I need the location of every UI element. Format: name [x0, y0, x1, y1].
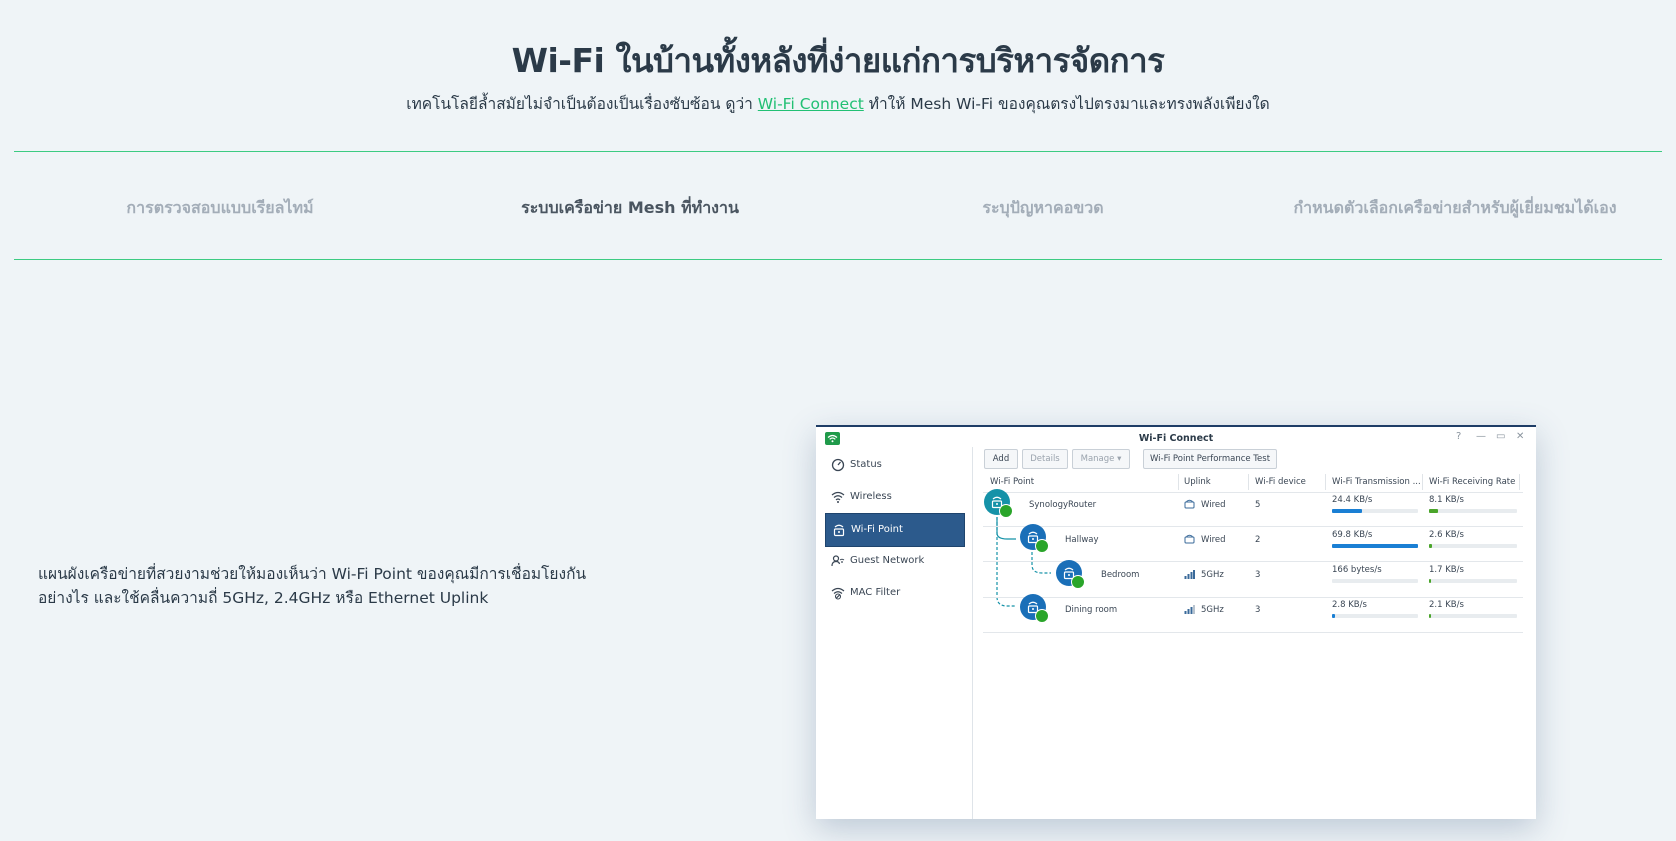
tab-mesh-network[interactable]: ระบบเครือข่าย Mesh ที่ทำงาน [480, 196, 780, 221]
tab-realtime-monitoring[interactable]: การตรวจสอบแบบเรียลไทม์ [90, 196, 350, 221]
wifi-point-name: Bedroom [1101, 570, 1140, 580]
wifi-icon [831, 491, 845, 503]
tab-identify-bottleneck[interactable]: ระบุปัญหาคอขวด [930, 196, 1156, 221]
column-divider [1178, 474, 1179, 490]
uplink-value: 5GHz [1201, 605, 1224, 615]
tabs-top-divider [14, 151, 1662, 152]
transmission-rate: 24.4 KB/s [1332, 495, 1373, 505]
router-node-icon [984, 489, 1013, 518]
add-button[interactable]: Add [984, 449, 1018, 469]
uplink-value: 5GHz [1201, 570, 1224, 580]
close-icon[interactable]: ✕ [1516, 431, 1524, 442]
wifi-point-name: SynologyRouter [1029, 500, 1097, 510]
receiving-bar [1429, 579, 1517, 583]
performance-test-button[interactable]: Wi-Fi Point Performance Test [1143, 449, 1277, 469]
help-icon[interactable]: ? [1456, 431, 1461, 442]
uplink-value: Wired [1201, 535, 1226, 545]
maximize-icon[interactable]: ▭ [1496, 431, 1505, 442]
receiving-rate: 2.6 KB/s [1429, 530, 1464, 540]
status-ok-icon [999, 504, 1013, 518]
transmission-rate: 69.8 KB/s [1332, 530, 1373, 540]
wifi-device-count: 3 [1255, 605, 1261, 615]
wifi-point-name: Dining room [1065, 605, 1118, 615]
column-header-transmission[interactable]: Wi-Fi Transmission ... [1332, 477, 1421, 487]
wifi-point-name: Hallway [1065, 535, 1099, 545]
column-header-receiving-rate[interactable]: Wi-Fi Receiving Rate [1429, 477, 1515, 487]
details-button[interactable]: Details [1022, 449, 1068, 469]
wifi-device-count: 3 [1255, 570, 1261, 580]
column-divider [1325, 474, 1326, 490]
sidebar-item-guest-network[interactable]: Guest Network [825, 545, 963, 577]
transmission-bar [1332, 544, 1418, 548]
transmission-bar [1332, 579, 1418, 583]
page-title: Wi-Fi ในบ้านทั้งหลังที่ง่ายแก่การบริหารจ… [511, 41, 1165, 80]
transmission-bar [1332, 509, 1418, 513]
wifi-connect-window: Wi-Fi Connect ? — ▭ ✕ Status Wireless Wi… [816, 425, 1536, 819]
wifi-point-node-icon [1020, 594, 1049, 623]
column-divider [1519, 474, 1520, 490]
sidebar-item-wireless[interactable]: Wireless [825, 481, 963, 513]
minimize-icon[interactable]: — [1476, 431, 1486, 442]
tab-guest-network-options[interactable]: กำหนดตัวเลือกเครือข่ายสำหรับผู้เยี่ยมชมไ… [1262, 196, 1648, 221]
sidebar-item-status[interactable]: Status [825, 449, 963, 481]
receiving-rate: 2.1 KB/s [1429, 600, 1464, 610]
column-header-wifi-device[interactable]: Wi-Fi device [1255, 477, 1306, 487]
window-sidebar: Status Wireless Wi-Fi Point Guest Networ… [816, 447, 973, 819]
manage-dropdown[interactable]: Manage ▾ [1072, 449, 1130, 469]
row-divider [983, 597, 1523, 598]
status-ok-icon [1035, 609, 1049, 623]
transmission-rate: 166 bytes/s [1332, 565, 1382, 575]
receiving-rate: 8.1 KB/s [1429, 495, 1464, 505]
uplink-value: Wired [1201, 500, 1226, 510]
sidebar-item-wifi-point[interactable]: Wi-Fi Point [825, 513, 965, 547]
column-divider [1422, 474, 1423, 490]
wifi-point-node-icon [1056, 560, 1085, 589]
sidebar-item-mac-filter[interactable]: MAC Filter [825, 577, 963, 609]
receiving-rate: 1.7 KB/s [1429, 565, 1464, 575]
wifi-point-node-icon [1020, 524, 1049, 553]
signal-icon [1184, 605, 1195, 614]
status-ok-icon [1071, 575, 1085, 589]
mac-filter-icon [831, 587, 845, 600]
window-title: Wi-Fi Connect [1138, 433, 1214, 444]
column-divider [1248, 474, 1249, 490]
signal-icon [1184, 570, 1195, 579]
transmission-rate: 2.8 KB/s [1332, 600, 1367, 610]
wired-icon [1184, 534, 1195, 544]
guest-icon [831, 555, 845, 567]
wifi-device-count: 5 [1255, 500, 1261, 510]
row-divider [983, 632, 1523, 633]
router-icon [833, 524, 845, 537]
window-titlebar: Wi-Fi Connect ? — ▭ ✕ [816, 427, 1536, 447]
transmission-bar [1332, 614, 1418, 618]
tabs-bottom-divider [14, 259, 1662, 260]
receiving-bar [1429, 614, 1517, 618]
receiving-bar [1429, 544, 1517, 548]
feature-description: แผนผังเครือข่ายที่สวยงามช่วยให้มองเห็นว่… [38, 565, 587, 607]
wifi-device-count: 2 [1255, 535, 1261, 545]
receiving-bar [1429, 509, 1517, 513]
column-header-uplink[interactable]: Uplink [1184, 477, 1211, 487]
status-gauge-icon [831, 458, 845, 472]
status-ok-icon [1035, 539, 1049, 553]
row-divider [983, 526, 1523, 527]
wifi-connect-link[interactable]: Wi-Fi Connect [758, 95, 864, 113]
column-header-wifi-point[interactable]: Wi-Fi Point [990, 477, 1034, 487]
wired-icon [1184, 499, 1195, 509]
page-subtitle: เทคโนโลยีล้ำสมัยไม่จำเป็นต้องเป็นเรื่องซ… [406, 95, 1270, 113]
